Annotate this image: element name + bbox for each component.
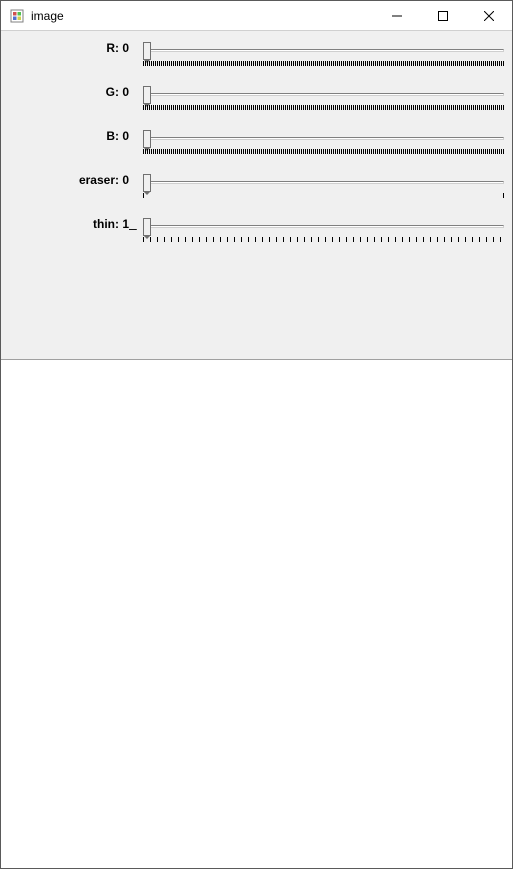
slider-label-thin: thin: 1 (1, 215, 137, 231)
slider-track (143, 137, 504, 140)
slider-thin[interactable]: – (137, 215, 504, 251)
slider-row-r: R: 0 (1, 39, 512, 83)
slider-track (143, 181, 504, 184)
slider-r[interactable] (137, 39, 504, 75)
slider-ticks (143, 149, 504, 154)
maximize-button[interactable] (420, 1, 466, 31)
maximize-icon (438, 11, 448, 21)
slider-b[interactable] (137, 127, 504, 163)
window-title: image (31, 9, 64, 23)
slider-label-r: R: 0 (1, 39, 137, 55)
minus-icon: – (129, 220, 137, 236)
slider-ticks (143, 193, 504, 201)
slider-g[interactable] (137, 83, 504, 119)
slider-ticks (143, 237, 504, 242)
minimize-button[interactable] (374, 1, 420, 31)
app-icon (9, 8, 25, 24)
slider-row-b: B: 0 (1, 127, 512, 171)
slider-ticks (143, 105, 504, 110)
slider-label-g: G: 0 (1, 83, 137, 99)
slider-row-thin: thin: 1– (1, 215, 512, 259)
slider-thumb[interactable] (143, 130, 151, 148)
slider-label-eraser: eraser: 0 (1, 171, 137, 187)
slider-thumb[interactable] (143, 218, 151, 236)
slider-thumb[interactable] (143, 42, 151, 60)
drawing-canvas[interactable] (1, 360, 512, 868)
slider-thumb[interactable] (143, 174, 151, 192)
minimize-icon (392, 11, 402, 21)
close-button[interactable] (466, 1, 512, 31)
close-icon (484, 11, 494, 21)
slider-thumb[interactable] (143, 86, 151, 104)
slider-eraser[interactable] (137, 171, 504, 207)
slider-row-eraser: eraser: 0 (1, 171, 512, 215)
slider-label-b: B: 0 (1, 127, 137, 143)
slider-track (143, 49, 504, 52)
slider-row-g: G: 0 (1, 83, 512, 127)
slider-track (143, 93, 504, 96)
titlebar: image (1, 1, 512, 31)
slider-track (143, 225, 504, 228)
slider-ticks (143, 61, 504, 66)
trackbar-panel: R: 0 G: 0 B: 0 eraser: 0 thin: 1– (1, 31, 512, 360)
